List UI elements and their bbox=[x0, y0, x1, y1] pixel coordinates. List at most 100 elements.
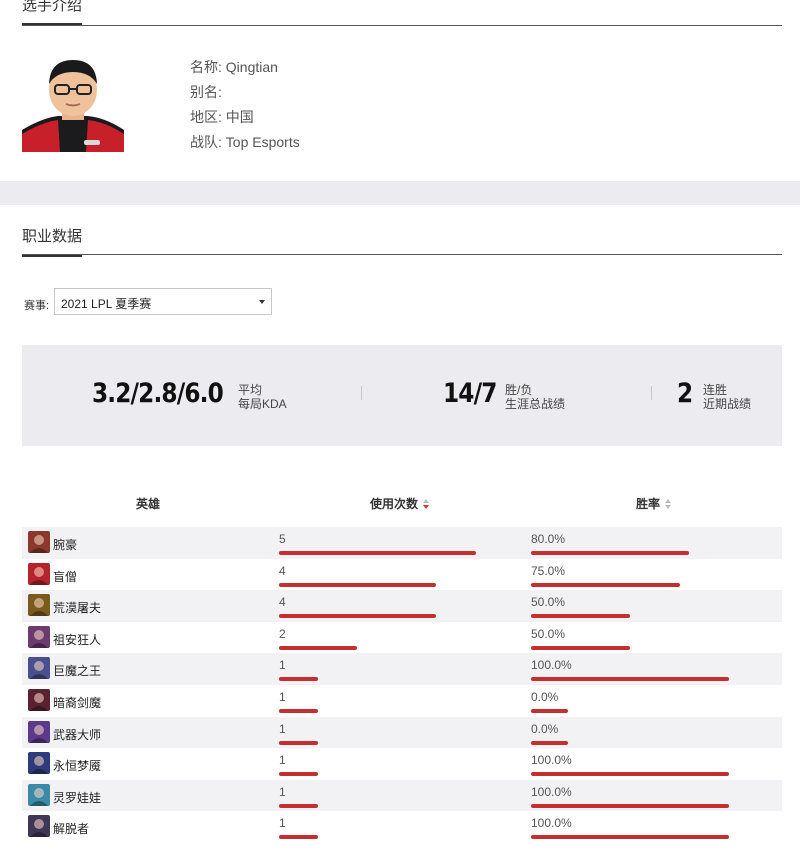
hero-renekton-icon[interactable] bbox=[28, 594, 50, 617]
record-label-bottom: 生涯总战绩 bbox=[505, 397, 566, 411]
info-region-value: 中国 bbox=[225, 109, 254, 125]
usage-count: 1 bbox=[279, 816, 286, 831]
table-row: 祖安狂人 2 50.0% bbox=[22, 622, 782, 654]
hero-name[interactable]: 盲僧 bbox=[53, 568, 77, 585]
hero-name[interactable]: 解脱者 bbox=[53, 820, 89, 837]
sort-desc-icon[interactable] bbox=[423, 499, 430, 509]
win-rate: 100.0% bbox=[531, 658, 572, 673]
hero-name[interactable]: 荒漠屠夫 bbox=[53, 599, 101, 616]
usage-count: 1 bbox=[279, 658, 286, 673]
section-divider bbox=[22, 254, 782, 255]
win-rate: 0.0% bbox=[531, 689, 559, 704]
table-row: 盲僧 4 75.0% bbox=[22, 559, 782, 591]
player-avatar bbox=[22, 52, 124, 152]
hero-drmundo-icon[interactable] bbox=[28, 625, 50, 648]
streak-value: 2 bbox=[677, 378, 693, 409]
table-row: 巨魔之王 1 100.0% bbox=[22, 653, 782, 685]
win-rate: 100.0% bbox=[531, 816, 572, 831]
hero-name[interactable]: 巨魔之王 bbox=[53, 662, 101, 679]
table-row: 解脱者 1 100.0% bbox=[22, 811, 782, 843]
event-select-value: 2021 LPL 夏季赛 bbox=[61, 297, 152, 311]
usage-count: 1 bbox=[279, 721, 286, 736]
table-row: 腕豪 5 80.0% bbox=[22, 527, 782, 559]
stats-summary: 3.2/2.8/6.0 平均 每局KDA 14/7 胜/负 生涯总战绩 2 连胜… bbox=[22, 345, 782, 446]
stat-separator bbox=[651, 386, 652, 400]
hero-name[interactable]: 暗裔剑魔 bbox=[53, 694, 101, 711]
info-name-value: Qingtian bbox=[225, 59, 278, 75]
usage-count-bar bbox=[279, 740, 318, 745]
usage-count-bar bbox=[279, 708, 318, 713]
career-stats-panel: 职业数据 赛事: 2021 LPL 夏季赛 3.2/2.8/6.0 平均 每局K… bbox=[0, 205, 800, 857]
kda-label-top: 平均 bbox=[238, 383, 263, 397]
streak-label-top: 连胜 bbox=[703, 383, 728, 397]
win-rate: 75.0% bbox=[531, 563, 566, 578]
hero-sett-icon[interactable] bbox=[28, 531, 50, 553]
usage-count-bar bbox=[279, 803, 318, 808]
stat-separator bbox=[361, 386, 362, 400]
col-header-count[interactable]: 使用次数 bbox=[370, 495, 430, 512]
win-rate-bar bbox=[531, 708, 568, 713]
usage-count-bar bbox=[279, 835, 318, 840]
usage-count: 4 bbox=[279, 563, 286, 578]
win-rate-bar bbox=[531, 772, 729, 777]
win-rate: 100.0% bbox=[531, 784, 572, 799]
record-label: 胜/负 生涯总战绩 bbox=[505, 383, 565, 411]
section-divider bbox=[22, 25, 782, 26]
section-title-player-intro: 选手介绍 bbox=[22, 0, 83, 26]
record-value: 14/7 bbox=[443, 378, 497, 409]
hero-name[interactable]: 祖安狂人 bbox=[53, 631, 101, 648]
col-header-hero-label: 英雄 bbox=[136, 497, 161, 511]
usage-count-bar bbox=[279, 677, 318, 682]
hero-sylas-icon[interactable] bbox=[28, 815, 50, 838]
hero-nocturne-icon[interactable] bbox=[28, 752, 50, 775]
col-header-winrate[interactable]: 胜率 bbox=[636, 495, 672, 512]
info-alias-label: 别名: bbox=[190, 84, 222, 100]
hero-jax-icon[interactable] bbox=[28, 720, 50, 743]
win-rate-bar bbox=[531, 740, 568, 745]
table-row: 暗裔剑魔 1 0.0% bbox=[22, 685, 782, 717]
caret-down-icon bbox=[259, 300, 265, 304]
hero-name[interactable]: 灵罗娃娃 bbox=[53, 789, 101, 806]
usage-count: 5 bbox=[279, 532, 286, 546]
usage-count-bar bbox=[279, 645, 357, 650]
win-rate-bar bbox=[531, 551, 689, 555]
hero-name[interactable]: 武器大师 bbox=[53, 726, 101, 743]
usage-count: 1 bbox=[279, 753, 286, 768]
hero-name[interactable]: 永恒梦魇 bbox=[53, 757, 101, 774]
info-region-row: 地区: 中国 bbox=[190, 107, 254, 127]
event-select[interactable]: 2021 LPL 夏季赛 bbox=[54, 288, 272, 315]
info-team-value: Top Esports bbox=[225, 134, 300, 150]
usage-count-bar bbox=[279, 772, 318, 777]
info-region-label: 地区: bbox=[190, 109, 222, 125]
win-rate-bar bbox=[531, 645, 630, 650]
section-title-career: 职业数据 bbox=[22, 225, 83, 257]
col-header-hero: 英雄 bbox=[136, 495, 160, 512]
sort-icon[interactable] bbox=[665, 499, 672, 509]
hero-name[interactable]: 腕豪 bbox=[53, 536, 77, 553]
usage-count: 2 bbox=[279, 626, 286, 641]
hero-leesin-icon[interactable] bbox=[28, 562, 50, 585]
hero-trundle-icon[interactable] bbox=[28, 657, 50, 680]
kda-value: 3.2/2.8/6.0 bbox=[92, 378, 224, 409]
usage-count-bar bbox=[279, 551, 476, 555]
hero-aatrox-icon[interactable] bbox=[28, 688, 50, 711]
hero-gwen-icon[interactable] bbox=[28, 783, 50, 806]
win-rate: 0.0% bbox=[531, 721, 559, 736]
win-rate-bar bbox=[531, 677, 729, 682]
table-row: 荒漠屠夫 4 50.0% bbox=[22, 590, 782, 622]
streak-label: 连胜 近期战绩 bbox=[703, 383, 751, 411]
kda-label: 平均 每局KDA bbox=[238, 383, 287, 411]
win-rate-bar bbox=[531, 835, 729, 840]
hero-table: 腕豪 5 80.0% 盲僧 4 75.0% 荒漠屠夫 4 50.0% 祖安狂人 2 50.0% 巨魔之王… bbox=[22, 527, 782, 843]
usage-count-bar bbox=[279, 614, 436, 619]
info-alias-row: 别名: bbox=[190, 82, 222, 102]
player-intro-panel: 选手介绍 名称: Qingtian 别名: 地区: 中国 战队: Top Esp… bbox=[0, 0, 800, 181]
usage-count: 4 bbox=[279, 595, 286, 610]
info-team-row: 战队: Top Esports bbox=[190, 132, 300, 152]
win-rate: 50.0% bbox=[531, 595, 566, 610]
col-header-winrate-label: 胜率 bbox=[636, 497, 661, 511]
col-header-count-label: 使用次数 bbox=[370, 497, 419, 511]
win-rate: 80.0% bbox=[531, 532, 566, 546]
usage-count: 1 bbox=[279, 689, 286, 704]
usage-count: 1 bbox=[279, 784, 286, 799]
